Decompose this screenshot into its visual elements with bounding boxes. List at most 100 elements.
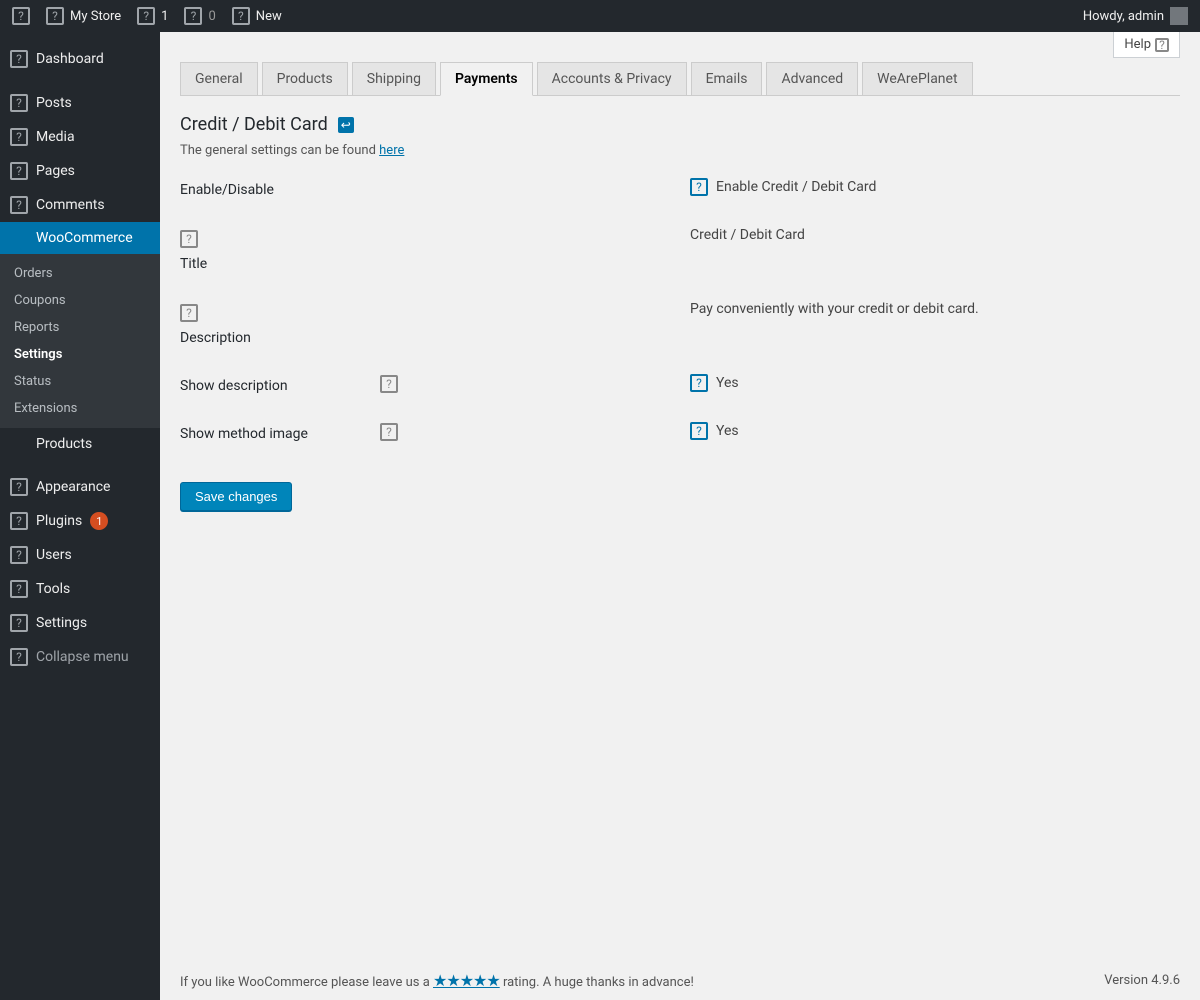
sidebar-item-settings[interactable]: Settings — [0, 606, 160, 640]
save-button[interactable]: Save changes — [180, 482, 292, 511]
sidebar-item-plugins[interactable]: Plugins 1 — [0, 504, 160, 538]
sidebar-item-label: Pages — [36, 163, 75, 179]
tab-general[interactable]: General — [180, 62, 258, 95]
field-title-value: Credit / Debit Card — [690, 226, 805, 246]
admin-sidebar: Dashboard Posts Media Pages Comments Woo… — [0, 32, 160, 1000]
sidebar-item-label: Users — [36, 547, 72, 563]
field-title-label: Title — [180, 256, 207, 272]
help-tab[interactable]: Help — [1113, 32, 1180, 58]
settings-icon — [10, 614, 28, 632]
show-desc-checkbox[interactable] — [690, 374, 708, 392]
sidebar-item-label: Appearance — [36, 479, 110, 495]
sidebar-item-label: Plugins — [36, 513, 82, 529]
plugins-icon — [10, 512, 28, 530]
enable-checkbox[interactable] — [690, 178, 708, 196]
sidebar-sub-extensions[interactable]: Extensions — [0, 395, 160, 422]
admin-bar: My Store 1 0 New Howdy, admin — [0, 0, 1200, 32]
howdy[interactable]: Howdy, admin — [1079, 7, 1192, 25]
home-icon — [46, 7, 64, 25]
comments[interactable]: 0 — [180, 7, 219, 25]
comments-menu-icon — [10, 196, 28, 214]
sidebar-item-label: Settings — [36, 615, 87, 631]
footer-text-prefix: If you like WooCommerce please leave us … — [180, 975, 433, 990]
sidebar-item-label: Posts — [36, 95, 72, 111]
field-show-desc-label: Show description — [180, 378, 288, 394]
field-description-label: Description — [180, 330, 251, 346]
footer-version: Version 4.9.6 — [1104, 973, 1180, 988]
plus-icon — [232, 7, 250, 25]
sidebar-sub-coupons[interactable]: Coupons — [0, 287, 160, 314]
footer: If you like WooCommerce please leave us … — [160, 961, 1200, 1000]
wp-logo[interactable] — [8, 7, 34, 25]
footer-left: If you like WooCommerce please leave us … — [180, 971, 694, 990]
sidebar-item-users[interactable]: Users — [0, 538, 160, 572]
media-icon — [10, 128, 28, 146]
dashboard-icon — [10, 50, 28, 68]
field-description-value: Pay conveniently with your credit or deb… — [690, 300, 979, 320]
footer-text-suffix: rating. A huge thanks in advance! — [503, 975, 694, 990]
avatar — [1170, 7, 1188, 25]
field-enable-value: Enable Credit / Debit Card — [716, 178, 876, 198]
show-img-checkbox[interactable] — [690, 422, 708, 440]
field-enable: Enable/Disable Enable Credit / Debit Car… — [180, 178, 1180, 198]
desc-prefix: The general settings can be found — [180, 143, 379, 158]
field-show-img-value: Yes — [716, 422, 739, 442]
tab-advanced[interactable]: Advanced — [766, 62, 858, 95]
show-desc-help-icon[interactable] — [380, 375, 398, 393]
back-link-icon[interactable]: ↩ — [338, 117, 354, 133]
sidebar-sub-settings[interactable]: Settings — [0, 341, 160, 368]
wp-logo-icon — [12, 7, 30, 25]
desc-link[interactable]: here — [379, 143, 404, 158]
update-icon — [137, 7, 155, 25]
tab-products[interactable]: Products — [262, 62, 348, 95]
help-icon — [1155, 38, 1169, 52]
sidebar-item-label: Products — [36, 436, 92, 452]
content-area: Help General Products Shipping Payments … — [160, 32, 1200, 1000]
sidebar-item-comments[interactable]: Comments — [0, 188, 160, 222]
page-title: Credit / Debit Card — [180, 114, 328, 135]
sidebar-item-dashboard[interactable]: Dashboard — [0, 32, 160, 86]
settings-tabs: General Products Shipping Payments Accou… — [180, 62, 1180, 96]
sidebar-item-products[interactable]: Products — [0, 428, 160, 460]
plugins-badge: 1 — [90, 512, 108, 530]
tools-icon — [10, 580, 28, 598]
field-title: Title Credit / Debit Card — [180, 226, 1180, 272]
field-description: Description Pay conveniently with your c… — [180, 300, 1180, 346]
tab-shipping[interactable]: Shipping — [352, 62, 436, 95]
sidebar-item-label: WooCommerce — [36, 230, 133, 246]
sidebar-item-label: Dashboard — [36, 51, 104, 67]
sidebar-sub-reports[interactable]: Reports — [0, 314, 160, 341]
sidebar-sub-status[interactable]: Status — [0, 368, 160, 395]
new-label: New — [256, 9, 282, 24]
field-show-method-image: Show method image Yes — [180, 422, 1180, 442]
description-help-icon[interactable] — [180, 304, 198, 322]
sidebar-collapse[interactable]: Collapse menu — [0, 640, 160, 674]
footer-stars[interactable]: ★★★★★ — [433, 971, 500, 990]
field-show-description: Show description Yes — [180, 374, 1180, 394]
sidebar-item-media[interactable]: Media — [0, 120, 160, 154]
sidebar-item-woocommerce[interactable]: WooCommerce — [0, 222, 160, 254]
updates[interactable]: 1 — [133, 7, 172, 25]
title-help-icon[interactable] — [180, 230, 198, 248]
pages-icon — [10, 162, 28, 180]
comments-icon — [184, 7, 202, 25]
sidebar-item-tools[interactable]: Tools — [0, 572, 160, 606]
posts-icon — [10, 94, 28, 112]
sidebar-item-posts[interactable]: Posts — [0, 86, 160, 120]
tab-payments[interactable]: Payments — [440, 62, 533, 96]
sidebar-item-appearance[interactable]: Appearance — [0, 470, 160, 504]
users-icon — [10, 546, 28, 564]
updates-count: 1 — [161, 9, 168, 24]
sidebar-item-pages[interactable]: Pages — [0, 154, 160, 188]
field-enable-label: Enable/Disable — [180, 182, 274, 198]
site-name[interactable]: My Store — [42, 7, 125, 25]
tab-accounts-privacy[interactable]: Accounts & Privacy — [537, 62, 687, 95]
show-img-help-icon[interactable] — [380, 423, 398, 441]
tab-emails[interactable]: Emails — [691, 62, 763, 95]
page-description: The general settings can be found here — [180, 143, 1180, 158]
comments-count: 0 — [208, 9, 215, 24]
sidebar-item-label: Tools — [36, 581, 70, 597]
tab-weareplanet[interactable]: WeArePlanet — [862, 62, 972, 95]
new-content[interactable]: New — [228, 7, 286, 25]
sidebar-sub-orders[interactable]: Orders — [0, 260, 160, 287]
